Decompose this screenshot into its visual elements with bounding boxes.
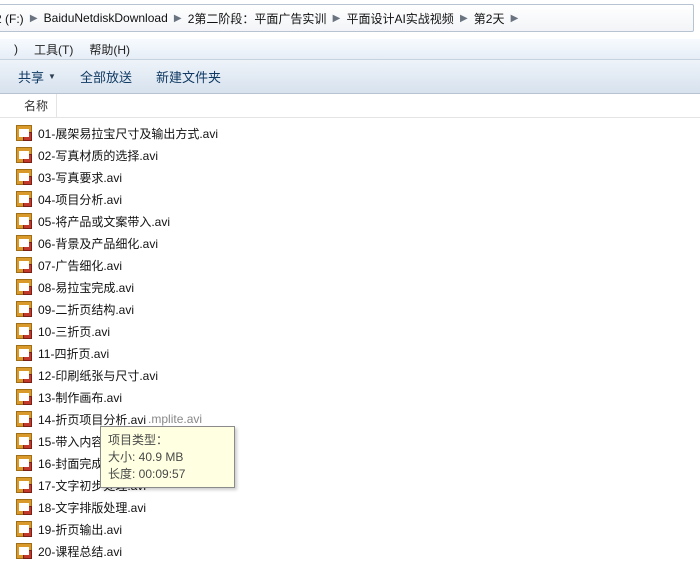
file-name: 20-课程总结.avi <box>38 543 122 560</box>
menu-bar: ) 工具(T) 帮助(H) <box>0 38 700 60</box>
file-name: 03-写真要求.avi <box>38 169 122 186</box>
file-row[interactable]: 04-项目分析.avi <box>10 188 700 210</box>
file-name: 04-项目分析.avi <box>38 191 122 208</box>
file-name: 09-二折页结构.avi <box>38 301 134 318</box>
column-header-row: 名称 <box>0 94 700 118</box>
file-row[interactable]: 03-写真要求.avi <box>10 166 700 188</box>
file-name: 19-折页输出.avi <box>38 521 122 538</box>
dropdown-icon: ▼ <box>48 72 56 81</box>
file-row[interactable]: 07-广告细化.avi <box>10 254 700 276</box>
file-name: 17-文字初步处理.avi <box>38 477 146 494</box>
breadcrumb-label: 第2天 <box>474 10 505 27</box>
video-file-icon <box>16 477 32 493</box>
file-name: 14-折页项目分析.avi <box>38 411 146 428</box>
breadcrumb-label: 硬盘2 (F:) <box>0 10 24 27</box>
file-row[interactable]: 06-背景及产品细化.avi <box>10 232 700 254</box>
video-file-icon <box>16 367 32 383</box>
video-file-icon <box>16 213 32 229</box>
file-row[interactable]: 16-封面完成.avi <box>10 452 700 474</box>
file-row[interactable]: 14-折页项目分析.avi.mplite.avi <box>10 408 700 430</box>
video-file-icon <box>16 147 32 163</box>
video-file-icon <box>16 345 32 361</box>
video-file-icon <box>16 521 32 537</box>
file-name: 06-背景及产品细化.avi <box>38 235 158 252</box>
file-row[interactable]: 12-印刷纸张与尺寸.avi <box>10 364 700 386</box>
file-name: 18-文字排版处理.avi <box>38 499 146 516</box>
breadcrumb-label: 2第二阶段：平面广告实训 <box>188 10 327 27</box>
video-file-icon <box>16 389 32 405</box>
play-all-button[interactable]: 全部放送 <box>68 63 144 90</box>
file-row[interactable]: 01-展架易拉宝尺寸及输出方式.avi <box>10 122 700 144</box>
breadcrumb-item[interactable]: 第2天 <box>468 5 511 31</box>
breadcrumb-item[interactable]: 平面设计AI实战视频 <box>340 5 459 31</box>
file-name: 15-带入内容.avi <box>38 433 122 450</box>
share-button[interactable]: 共享 ▼ <box>6 63 68 90</box>
new-folder-button[interactable]: 新建文件夹 <box>144 63 233 90</box>
file-name-overlay: .mplite.avi <box>148 412 202 426</box>
play-all-label: 全部放送 <box>80 67 132 86</box>
video-file-icon <box>16 169 32 185</box>
file-name: 12-印刷纸张与尺寸.avi <box>38 367 158 384</box>
chevron-right-icon[interactable]: ▶ <box>30 5 38 31</box>
file-name: 08-易拉宝完成.avi <box>38 279 134 296</box>
file-row[interactable]: 17-文字初步处理.avi <box>10 474 700 496</box>
file-name: 11-四折页.avi <box>38 345 109 362</box>
column-header-name[interactable]: 名称 <box>16 94 57 117</box>
file-row[interactable]: 19-折页输出.avi <box>10 518 700 540</box>
file-row[interactable]: 18-文字排版处理.avi <box>10 496 700 518</box>
file-row[interactable]: 02-写真材质的选择.avi <box>10 144 700 166</box>
chevron-right-icon[interactable]: ▶ <box>332 5 340 31</box>
video-file-icon <box>16 323 32 339</box>
breadcrumb-label: 平面设计AI实战视频 <box>346 10 453 27</box>
video-file-icon <box>16 301 32 317</box>
file-name: 02-写真材质的选择.avi <box>38 147 158 164</box>
video-file-icon <box>16 191 32 207</box>
file-name: 05-将产品或文案带入.avi <box>38 213 170 230</box>
chevron-right-icon[interactable]: ▶ <box>174 5 182 31</box>
file-name: 13-制作画布.avi <box>38 389 122 406</box>
new-folder-label: 新建文件夹 <box>156 67 221 86</box>
file-row[interactable]: 10-三折页.avi <box>10 320 700 342</box>
menu-item-help[interactable]: 帮助(H) <box>81 39 138 60</box>
video-file-icon <box>16 455 32 471</box>
file-list: 01-展架易拉宝尺寸及输出方式.avi 02-写真材质的选择.avi 03-写真要求… <box>0 118 700 562</box>
file-row[interactable]: 15-带入内容.avi <box>10 430 700 452</box>
file-name: 10-三折页.avi <box>38 323 110 340</box>
file-row[interactable]: 11-四折页.avi <box>10 342 700 364</box>
file-row[interactable]: 20-课程总结.avi <box>10 540 700 562</box>
share-label: 共享 <box>18 67 44 86</box>
menu-item[interactable]: ) <box>6 40 26 58</box>
file-row[interactable]: 09-二折页结构.avi <box>10 298 700 320</box>
file-name: 07-广告细化.avi <box>38 257 122 274</box>
breadcrumb-item[interactable]: BaiduNetdiskDownload <box>38 5 174 31</box>
toolbar: 共享 ▼ 全部放送 新建文件夹 <box>0 60 700 94</box>
breadcrumb-item[interactable]: 2第二阶段：平面广告实训 <box>182 5 333 31</box>
breadcrumb-label: BaiduNetdiskDownload <box>44 11 168 25</box>
menu-item-tools[interactable]: 工具(T) <box>26 39 81 60</box>
video-file-icon <box>16 235 32 251</box>
video-file-icon <box>16 125 32 141</box>
video-file-icon <box>16 433 32 449</box>
video-file-icon <box>16 411 32 427</box>
video-file-icon <box>16 257 32 273</box>
file-name: 16-封面完成.avi <box>38 455 122 472</box>
chevron-right-icon[interactable]: ▶ <box>460 5 468 31</box>
file-name: 01-展架易拉宝尺寸及输出方式.avi <box>38 125 218 142</box>
video-file-icon <box>16 543 32 559</box>
breadcrumb-item[interactable]: 硬盘2 (F:) <box>0 5 30 31</box>
video-file-icon <box>16 499 32 515</box>
video-file-icon <box>16 279 32 295</box>
file-row[interactable]: 08-易拉宝完成.avi <box>10 276 700 298</box>
file-row[interactable]: 13-制作画布.avi <box>10 386 700 408</box>
chevron-right-icon[interactable]: ▶ <box>510 5 518 31</box>
address-bar[interactable]: 硬盘2 (F:) ▶ BaiduNetdiskDownload ▶ 2第二阶段：… <box>0 4 694 32</box>
file-row[interactable]: 05-将产品或文案带入.avi <box>10 210 700 232</box>
